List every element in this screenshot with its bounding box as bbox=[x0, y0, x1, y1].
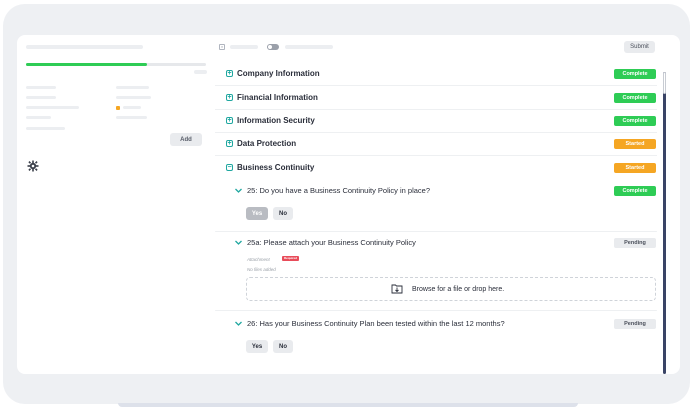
status-badge: Pending bbox=[614, 238, 656, 248]
list-label-placeholder bbox=[26, 127, 65, 130]
chevron-down-icon[interactable] bbox=[234, 319, 243, 328]
list-label-placeholder bbox=[26, 86, 56, 89]
filter-toggle[interactable] bbox=[267, 44, 279, 50]
questionnaire-panel: × Submit + Company Information Complete … bbox=[215, 35, 680, 374]
warning-indicator bbox=[116, 106, 120, 110]
list-value-placeholder bbox=[123, 106, 141, 109]
question-text: 26: Has your Business Continuity Plan be… bbox=[247, 319, 505, 328]
plus-square-icon: + bbox=[226, 94, 233, 101]
status-badge: Started bbox=[614, 163, 656, 173]
section-financial-information[interactable]: + Financial Information Complete bbox=[215, 87, 657, 110]
progress-value-placeholder bbox=[194, 70, 207, 74]
list-value-placeholder bbox=[116, 116, 147, 119]
left-title-placeholder bbox=[26, 45, 143, 49]
section-company-information[interactable]: + Company Information Complete bbox=[215, 63, 657, 86]
section-title: Company Information bbox=[237, 69, 320, 78]
attachment-label: Attachment bbox=[247, 257, 270, 262]
question-text: 25: Do you have a Business Continuity Po… bbox=[247, 186, 431, 195]
section-title: Financial Information bbox=[237, 93, 318, 102]
plus-square-icon: + bbox=[226, 117, 233, 124]
list-value-placeholder bbox=[116, 86, 149, 89]
no-button[interactable]: No bbox=[273, 207, 293, 220]
question-25: 25: Do you have a Business Continuity Po… bbox=[215, 186, 657, 226]
yes-button[interactable]: Yes bbox=[246, 207, 268, 220]
toolbar-label-placeholder bbox=[230, 45, 258, 49]
submit-button[interactable]: Submit bbox=[624, 41, 655, 53]
scrollbar-thumb[interactable] bbox=[663, 72, 666, 94]
status-badge: Started bbox=[614, 139, 656, 149]
list-label-placeholder bbox=[26, 106, 79, 109]
divider bbox=[215, 231, 657, 232]
no-button[interactable]: No bbox=[273, 340, 293, 353]
chevron-down-icon[interactable] bbox=[234, 238, 243, 247]
section-title: Information Security bbox=[237, 116, 315, 125]
upload-folder-icon bbox=[391, 284, 403, 294]
required-tag: Required bbox=[282, 256, 299, 261]
main-card: Add × Submit + Company Information Compl… bbox=[17, 35, 680, 374]
scrollbar-track[interactable] bbox=[663, 72, 666, 374]
status-badge: Complete bbox=[614, 69, 656, 79]
question-text: 25a: Please attach your Business Continu… bbox=[247, 238, 416, 247]
progress-fill bbox=[26, 63, 147, 66]
section-business-continuity[interactable]: − Business Continuity Started bbox=[215, 157, 657, 180]
divider bbox=[215, 310, 657, 311]
section-information-security[interactable]: + Information Security Complete bbox=[215, 110, 657, 133]
list-label-placeholder bbox=[26, 96, 56, 99]
toolbar-label-placeholder bbox=[285, 45, 333, 49]
yes-button[interactable]: Yes bbox=[246, 340, 268, 353]
status-badge: Pending bbox=[614, 319, 656, 329]
plus-square-icon: + bbox=[226, 140, 233, 147]
expand-all-icon[interactable]: × bbox=[219, 44, 225, 50]
no-files-text: No files added bbox=[247, 267, 276, 272]
list-value-placeholder bbox=[116, 96, 151, 99]
chevron-down-icon[interactable] bbox=[234, 186, 243, 195]
add-button[interactable]: Add bbox=[170, 133, 202, 146]
section-title: Data Protection bbox=[237, 139, 297, 148]
minus-square-icon: − bbox=[226, 164, 233, 171]
section-data-protection[interactable]: + Data Protection Started bbox=[215, 133, 657, 156]
question-26: 26: Has your Business Continuity Plan be… bbox=[215, 319, 657, 359]
question-25a: 25a: Please attach your Business Continu… bbox=[215, 238, 657, 248]
list-label-placeholder bbox=[26, 116, 51, 119]
plus-square-icon: + bbox=[226, 70, 233, 77]
status-badge: Complete bbox=[614, 116, 656, 126]
frame-shadow bbox=[118, 403, 578, 407]
gear-icon[interactable] bbox=[27, 160, 39, 172]
progress-bar bbox=[26, 63, 206, 66]
section-title: Business Continuity bbox=[237, 163, 315, 172]
status-badge: Complete bbox=[614, 93, 656, 103]
status-badge: Complete bbox=[614, 186, 656, 196]
dropzone-text: Browse for a file or drop here. bbox=[412, 286, 505, 293]
file-dropzone[interactable]: Browse for a file or drop here. bbox=[246, 277, 656, 301]
